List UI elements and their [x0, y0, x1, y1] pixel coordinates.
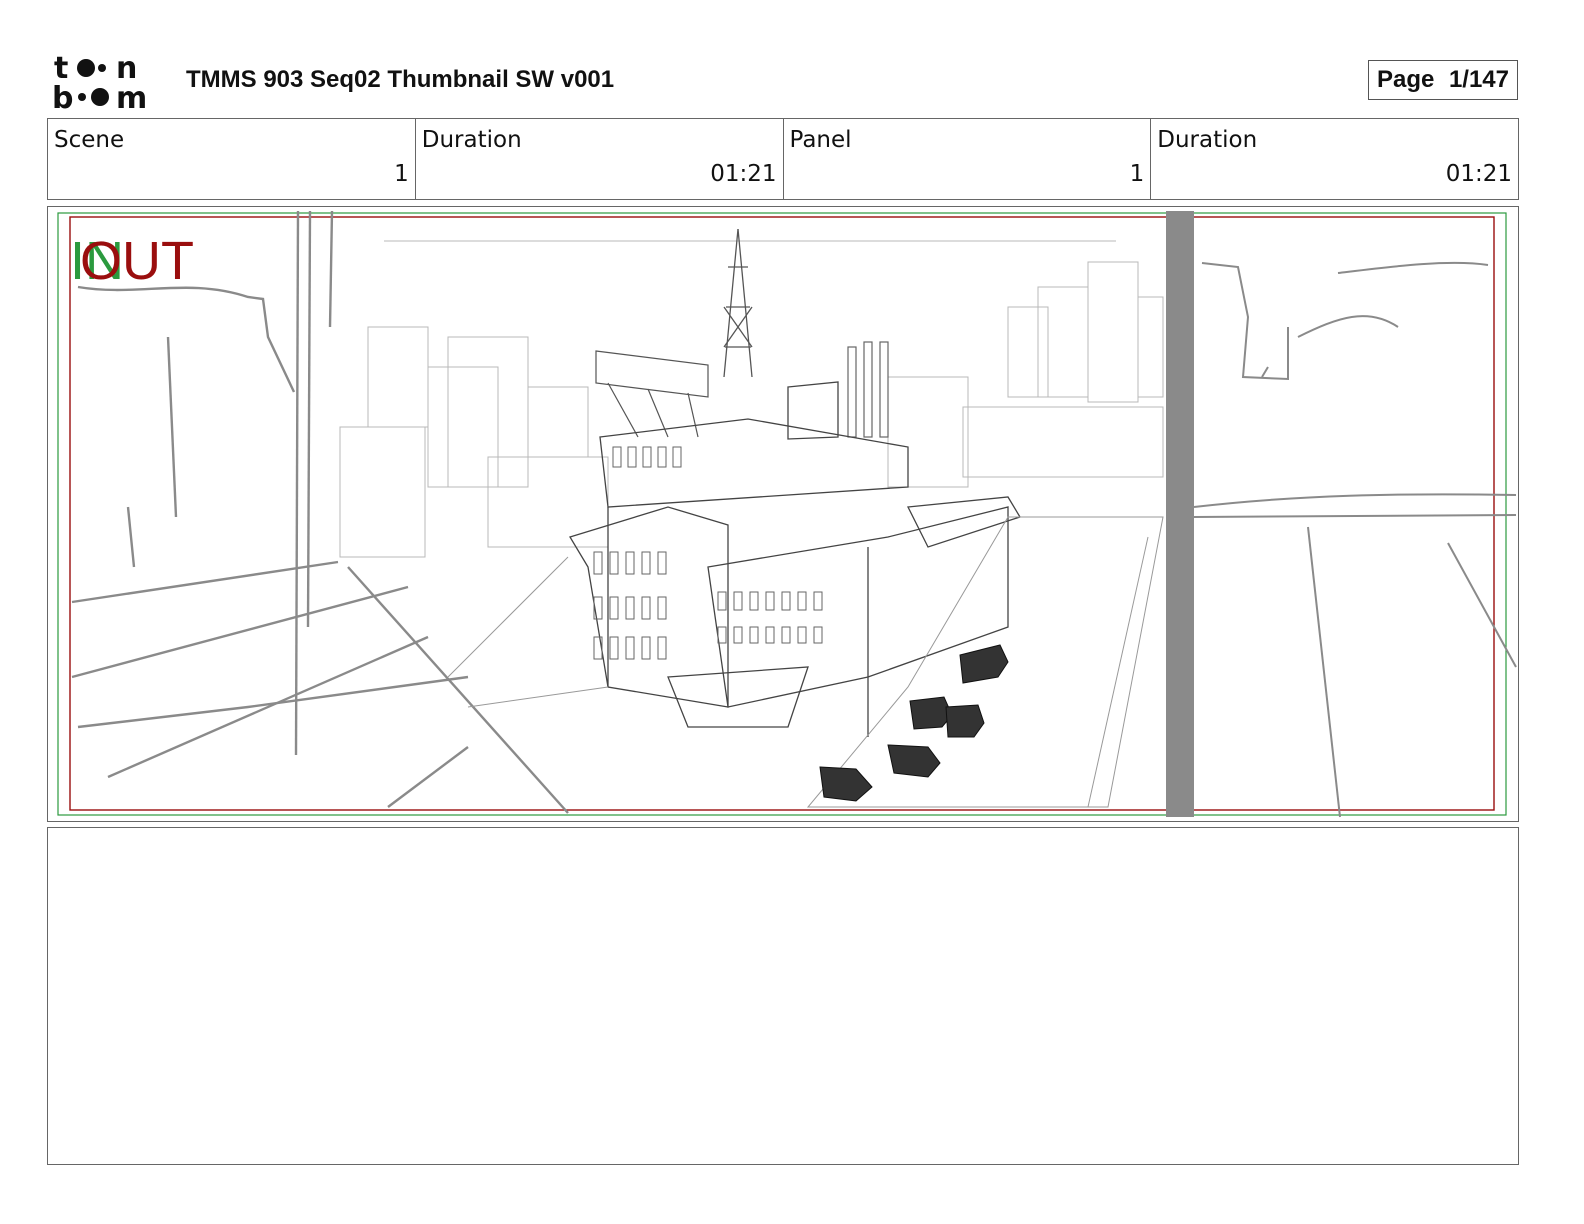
document-title: TMMS 903 Seq02 Thumbnail SW v001	[186, 66, 615, 93]
panel-info-grid: Scene 1 Duration 01:21 Panel 1 Duration …	[47, 118, 1519, 200]
in-frame	[57, 212, 1507, 816]
panel-duration-cell: Duration 01:21	[1151, 119, 1518, 199]
city-backdrop	[339, 240, 1164, 558]
svg-text:m: m	[116, 81, 147, 112]
page-indicator: Page 1/147	[1368, 60, 1518, 100]
panel-notes-area[interactable]	[47, 827, 1519, 1165]
frame-edge-bar	[1166, 211, 1194, 817]
radio-tower	[723, 228, 753, 378]
storyboard-panel[interactable]: IN OUT	[47, 206, 1519, 822]
panel-value: 1	[1129, 161, 1145, 187]
svg-text:b: b	[52, 81, 73, 112]
billboard	[595, 350, 709, 438]
page-label: Page	[1377, 66, 1435, 93]
smokestacks	[847, 341, 889, 438]
panel-label: Panel	[789, 127, 852, 153]
scene-duration-label: Duration	[421, 127, 522, 153]
scene-duration-value: 01:21	[710, 161, 777, 187]
panel-sketch	[57, 210, 1517, 818]
panel-duration-label: Duration	[1157, 127, 1258, 153]
parking-lot	[447, 516, 1164, 808]
left-foreground-sketch	[71, 210, 569, 814]
parked-cars	[819, 644, 1009, 802]
right-foreground-sketch	[1193, 261, 1517, 818]
panel-duration-value: 01:21	[1445, 161, 1512, 187]
panel-cell: Panel 1	[784, 119, 1152, 199]
scene-duration-cell: Duration 01:21	[416, 119, 784, 199]
toon-boom-logo: t n b m	[52, 51, 147, 112]
factory-windows	[593, 446, 823, 660]
out-frame	[69, 216, 1495, 811]
scene-cell: Scene 1	[48, 119, 416, 199]
scene-value: 1	[394, 161, 409, 187]
scene-label: Scene	[54, 127, 125, 153]
page-number: 1/147	[1448, 66, 1509, 93]
out-marker: OUT	[80, 231, 194, 291]
